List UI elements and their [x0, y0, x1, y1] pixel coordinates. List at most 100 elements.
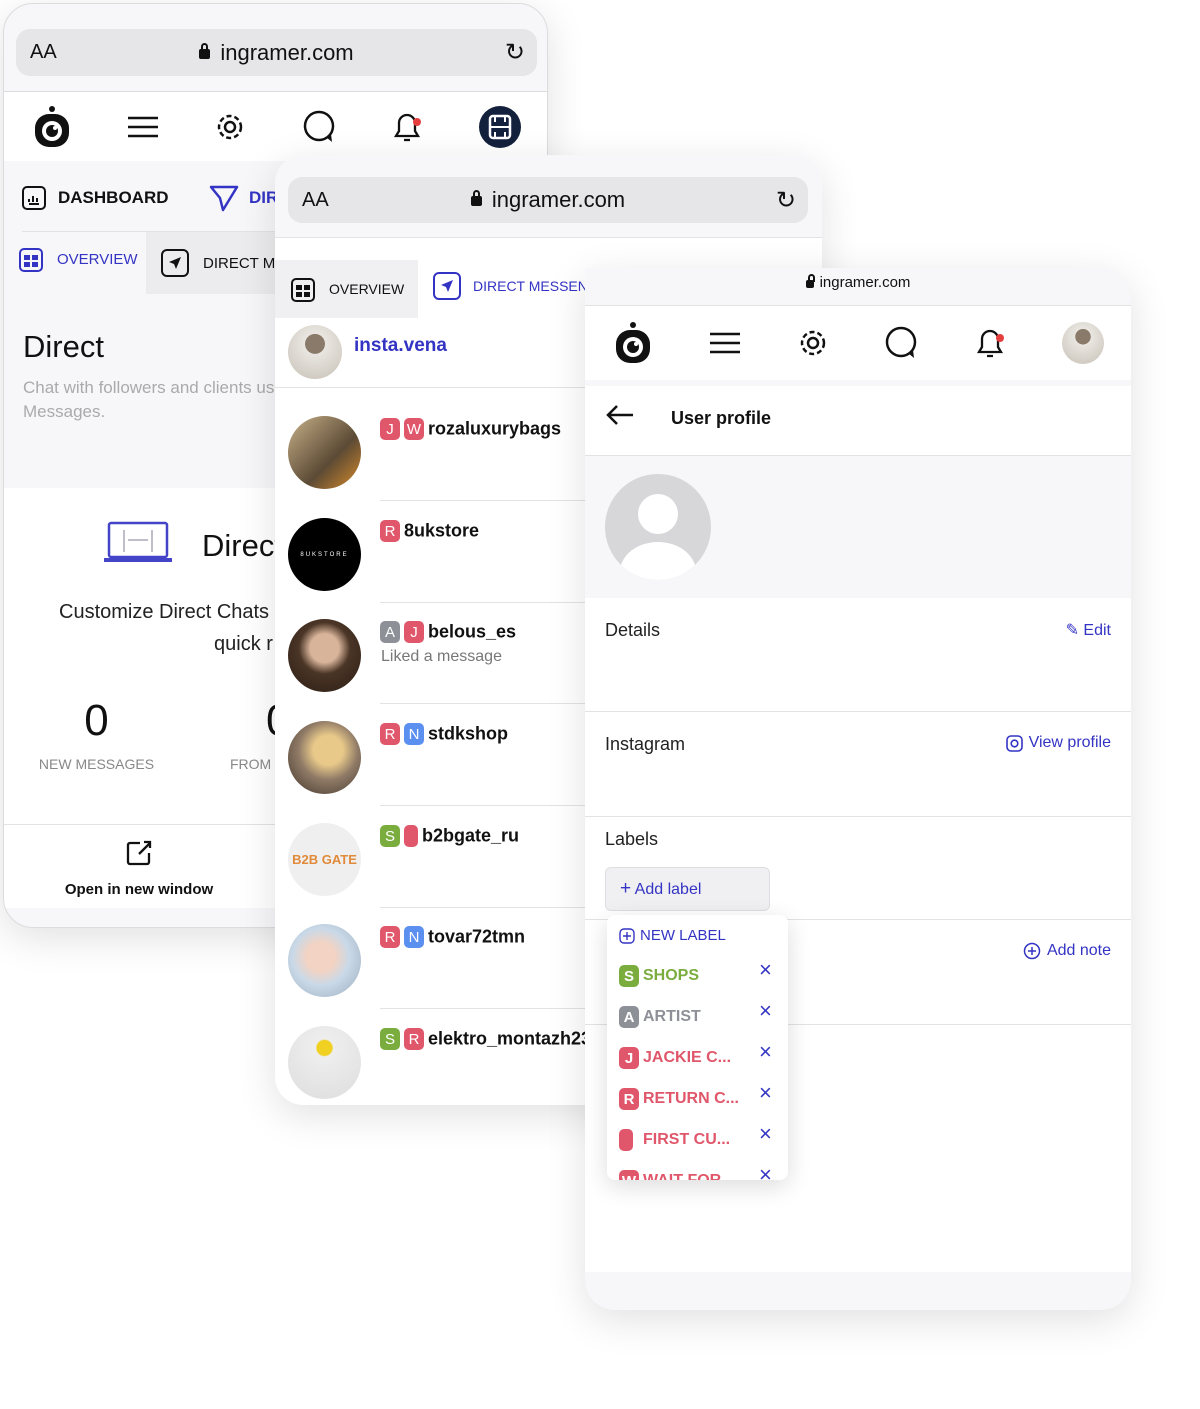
- plus-icon: +: [620, 878, 632, 899]
- subtab-overview[interactable]: OVERVIEW: [275, 260, 418, 318]
- ingramer-logo-icon[interactable]: [31, 105, 73, 149]
- lock-icon: [805, 274, 815, 288]
- label-badge: R: [404, 1028, 424, 1050]
- overview-icon: [291, 278, 315, 302]
- send-box-icon: [433, 272, 461, 300]
- label-option-return[interactable]: R RETURN C...: [619, 1088, 739, 1110]
- label-badge: A: [380, 621, 400, 643]
- app-header: [4, 91, 547, 161]
- avatar[interactable]: [478, 105, 522, 149]
- chat-avatar: B2B GATE: [288, 823, 361, 896]
- chat-title: S Relektro_montazh23: [380, 1028, 591, 1050]
- remove-label-icon[interactable]: ×: [759, 1080, 772, 1106]
- label-badge: S: [380, 825, 400, 847]
- chat-preview: Liked a message: [381, 648, 502, 665]
- chat-title: J Wrozaluxurybags: [380, 418, 561, 440]
- instagram-section: Instagram View profile: [585, 712, 1131, 817]
- profile-avatar: [605, 474, 711, 580]
- labels-section: Labels + Add label: [585, 817, 1131, 920]
- back-arrow-icon[interactable]: [605, 404, 635, 426]
- label-badge: R: [380, 926, 400, 948]
- label-badge: S: [380, 1028, 400, 1050]
- page-subtitle: Chat with followers and clients using Me…: [23, 378, 298, 421]
- pencil-icon: ✎: [1065, 622, 1079, 639]
- chat-title: R 8ukstore: [380, 520, 479, 542]
- chat-avatar: [288, 416, 361, 489]
- account-avatar[interactable]: [288, 325, 342, 379]
- card-text: Customize Direct Chats quick r: [59, 601, 273, 655]
- ingramer-logo-icon[interactable]: [612, 321, 654, 365]
- label-badge: W: [404, 418, 424, 440]
- gear-icon[interactable]: [213, 110, 247, 144]
- new-label-button[interactable]: NEW LABEL: [619, 927, 726, 944]
- lock-icon: [470, 190, 482, 206]
- label-option-first[interactable]: FIRST CU...: [619, 1129, 730, 1151]
- dashboard-icon: [22, 186, 46, 210]
- label-option-shops[interactable]: S SHOPS: [619, 965, 699, 987]
- remove-label-icon[interactable]: ×: [759, 1039, 772, 1065]
- tab-dashboard[interactable]: DASHBOARD: [22, 186, 169, 210]
- chat-avatar: [288, 721, 361, 794]
- label-option-wait[interactable]: WWAIT FOR: [619, 1170, 721, 1180]
- add-label-button[interactable]: + Add label: [605, 867, 770, 911]
- details-section: Details ✎ Edit: [585, 598, 1131, 712]
- chat-avatar: 8UKSTORE: [288, 518, 361, 591]
- chat-icon[interactable]: [302, 110, 336, 144]
- plus-box-icon: [619, 927, 635, 944]
- view-profile-link[interactable]: View profile: [1005, 734, 1111, 752]
- instagram-icon: [1005, 734, 1023, 752]
- account-name[interactable]: insta.vena: [354, 335, 447, 357]
- labels-dropdown: NEW LABEL S SHOPS × A ARTIST × J JACKIE C..…: [607, 915, 788, 1180]
- send-box-icon: [161, 249, 189, 277]
- avatar[interactable]: [1061, 322, 1104, 364]
- reload-icon[interactable]: ↻: [776, 186, 796, 215]
- chat-avatar: [288, 924, 361, 997]
- address-bar[interactable]: AA ingramer.com ↻: [288, 177, 808, 223]
- remove-label-icon[interactable]: ×: [759, 998, 772, 1024]
- chat-avatar: [288, 1026, 361, 1099]
- remove-label-icon[interactable]: ×: [759, 957, 772, 983]
- open-new-window-button[interactable]: Open in new window: [44, 840, 234, 898]
- text-size-button[interactable]: AA: [302, 189, 329, 212]
- subtab-overview[interactable]: OVERVIEW: [19, 246, 138, 272]
- text-size-button[interactable]: AA: [30, 41, 57, 64]
- laptop-icon: [104, 521, 172, 562]
- overview-icon: [19, 248, 43, 272]
- label-badge: R: [380, 723, 400, 745]
- label-badge: J: [404, 621, 424, 643]
- label-badge: N: [404, 723, 424, 745]
- page-title: User profile: [671, 408, 772, 428]
- reload-icon[interactable]: ↻: [505, 38, 525, 67]
- remove-label-icon[interactable]: ×: [759, 1162, 772, 1180]
- menu-icon[interactable]: [127, 115, 159, 139]
- label-option-artist[interactable]: A ARTIST: [619, 1006, 701, 1028]
- label-badge: R: [380, 520, 400, 542]
- divider: [275, 237, 822, 238]
- external-link-icon: [126, 840, 152, 866]
- address-bar[interactable]: ingramer.com: [585, 274, 1131, 291]
- chat-icon[interactable]: [884, 326, 918, 360]
- add-note-button[interactable]: Add note: [1023, 942, 1111, 960]
- label-option-jackie[interactable]: J JACKIE C...: [619, 1047, 731, 1069]
- send-icon: [209, 185, 239, 212]
- gear-icon[interactable]: [796, 326, 830, 360]
- bell-icon[interactable]: [973, 325, 1007, 361]
- chat-avatar: [288, 619, 361, 692]
- remove-label-icon[interactable]: ×: [759, 1121, 772, 1147]
- label-badge: [404, 825, 418, 847]
- card-title: Direct: [202, 528, 283, 563]
- right-browser-window: ingramer.com User profile Details ✎ Edit…: [585, 268, 1131, 1310]
- chat-title: A Jbelous_es: [380, 621, 516, 643]
- label-badge: N: [404, 926, 424, 948]
- stat-new-messages: 0 NEW MESSAGES: [38, 696, 155, 772]
- profile-header: User profile: [585, 386, 1131, 456]
- chat-title: R Ntovar72tmn: [380, 926, 525, 948]
- menu-icon[interactable]: [709, 331, 741, 355]
- url-text: ingramer.com: [491, 187, 626, 212]
- url-text: ingramer.com: [220, 39, 354, 65]
- bell-icon[interactable]: [390, 109, 424, 145]
- plus-circle-icon: [1023, 942, 1041, 960]
- page-title: Direct: [23, 329, 104, 364]
- address-bar[interactable]: AA ingramer.com ↻: [16, 29, 537, 76]
- edit-button[interactable]: ✎ Edit: [1066, 620, 1111, 640]
